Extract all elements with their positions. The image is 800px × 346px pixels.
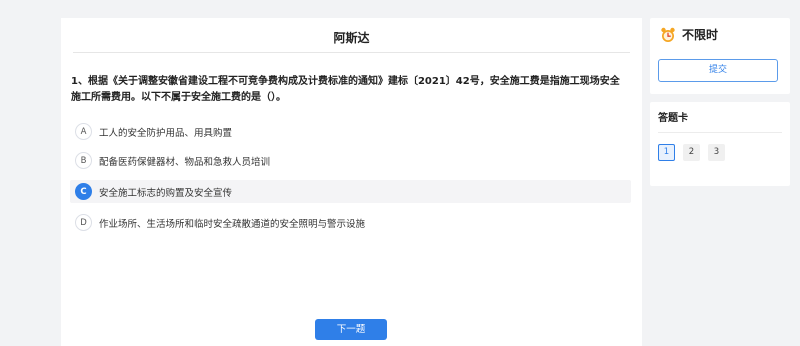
option-letter: D bbox=[75, 214, 92, 231]
option-text: 安全施工标志的购置及安全宣传 bbox=[99, 187, 233, 199]
option-letter: B bbox=[75, 152, 92, 169]
option-text: 配备医药保健器材、物品和急救人员培训 bbox=[99, 156, 271, 168]
option-text: 工人的安全防护用品、用具购置 bbox=[99, 127, 233, 139]
option-d[interactable]: D 作业场所、生活场所和临时安全疏散通道的安全照明与警示设施 bbox=[70, 211, 631, 234]
exam-title: 阿斯达 bbox=[73, 18, 630, 53]
answer-card-panel: 答题卡 1 2 3 bbox=[650, 102, 790, 186]
answer-card-title: 答题卡 bbox=[658, 102, 782, 133]
next-question-button[interactable]: 下一题 bbox=[315, 319, 387, 340]
option-b[interactable]: B 配备医药保健器材、物品和急救人员培训 bbox=[70, 149, 631, 172]
option-letter: C bbox=[75, 183, 92, 200]
timer-label: 不限时 bbox=[682, 28, 719, 42]
answer-card-item[interactable]: 1 bbox=[658, 144, 675, 161]
question-text: 1、根据《关于调整安徽省建设工程不可竞争费构成及计费标准的通知》建标〔2021〕… bbox=[71, 76, 620, 103]
answer-card-item[interactable]: 2 bbox=[683, 144, 700, 161]
option-text: 作业场所、生活场所和临时安全疏散通道的安全照明与警示设施 bbox=[99, 218, 366, 230]
answer-card-item[interactable]: 3 bbox=[708, 144, 725, 161]
alarm-clock-icon bbox=[661, 27, 675, 42]
option-c[interactable]: C 安全施工标志的购置及安全宣传 bbox=[70, 180, 631, 203]
option-letter: A bbox=[75, 123, 92, 140]
timer-row: 不限时 bbox=[660, 26, 718, 43]
timer-panel: 不限时 提交 bbox=[650, 18, 790, 94]
answer-card-grid: 1 2 3 bbox=[658, 144, 733, 161]
question-panel: 阿斯达 1、根据《关于调整安徽省建设工程不可竞争费构成及计费标准的通知》建标〔2… bbox=[61, 18, 642, 346]
option-a[interactable]: A 工人的安全防护用品、用具购置 bbox=[70, 120, 631, 143]
submit-button[interactable]: 提交 bbox=[658, 59, 778, 82]
